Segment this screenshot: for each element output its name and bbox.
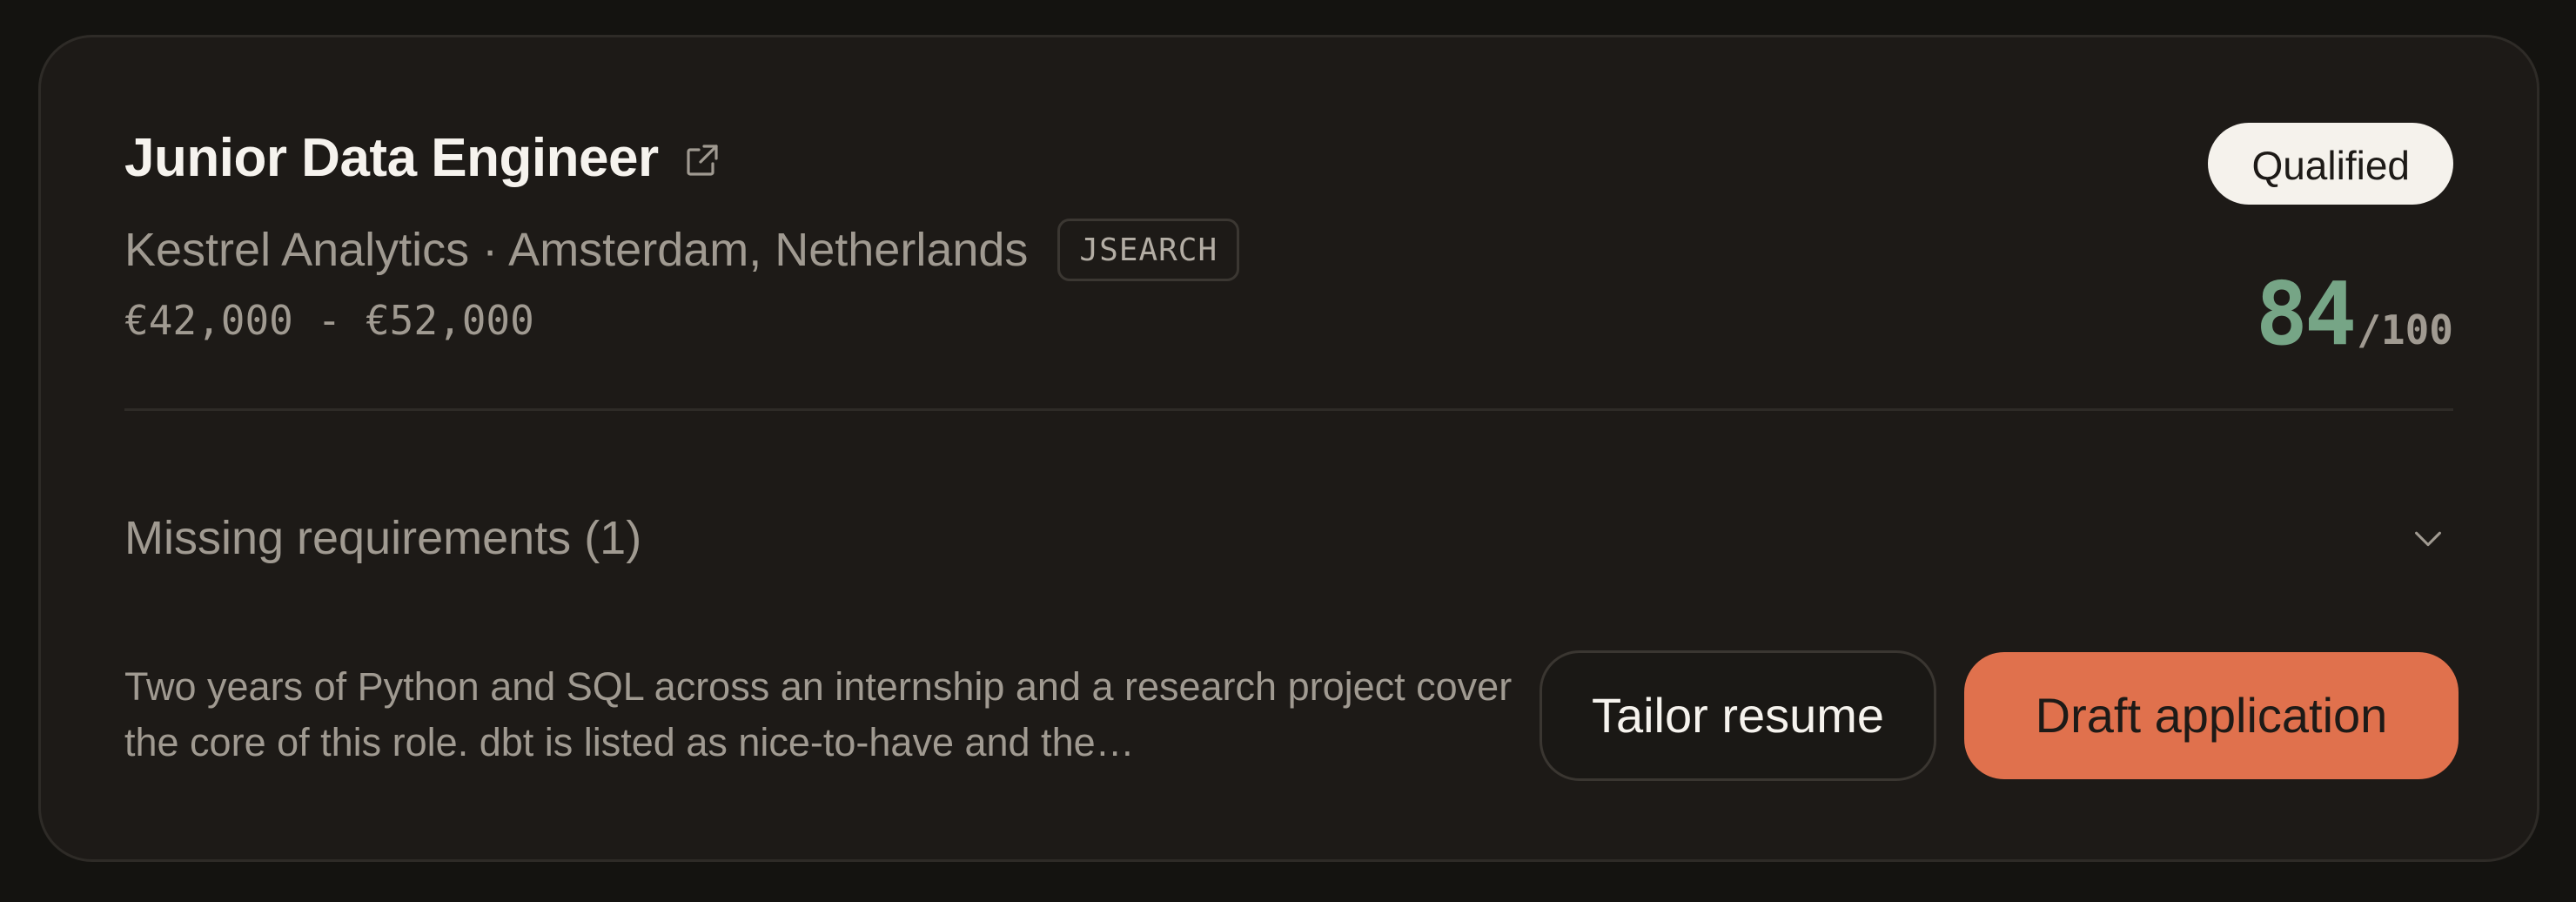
job-title[interactable]: Junior Data Engineer [124,131,659,185]
company-location: Kestrel Analytics · Amsterdam, Netherlan… [124,224,1029,276]
tailor-resume-button[interactable]: Tailor resume [1540,650,1936,781]
score-max: /100 [2357,306,2453,353]
match-score: 84 /100 [2256,271,2453,358]
draft-application-button[interactable]: Draft application [1964,652,2459,779]
score-value: 84 [2255,263,2357,365]
missing-requirements-toggle[interactable]: Missing requirements (1) [124,490,2453,586]
missing-requirements-label: Missing requirements (1) [124,512,642,564]
status-badge: Qualified [2208,123,2453,205]
job-card: Junior Data Engineer Kestrel Analytics ·… [38,35,2539,862]
external-link-icon[interactable] [681,139,723,181]
match-summary: Two years of Python and SQL across an in… [124,664,1513,764]
job-header: Junior Data Engineer Kestrel Analytics ·… [124,37,2453,410]
divider [124,408,2453,411]
source-tag: JSEARCH [1057,219,1240,281]
meta-row: Kestrel Analytics · Amsterdam, Netherlan… [124,219,1240,281]
title-row: Junior Data Engineer [124,131,723,185]
chevron-down-icon[interactable] [2408,518,2448,558]
salary-range: €42,000 - €52,000 [124,297,534,344]
